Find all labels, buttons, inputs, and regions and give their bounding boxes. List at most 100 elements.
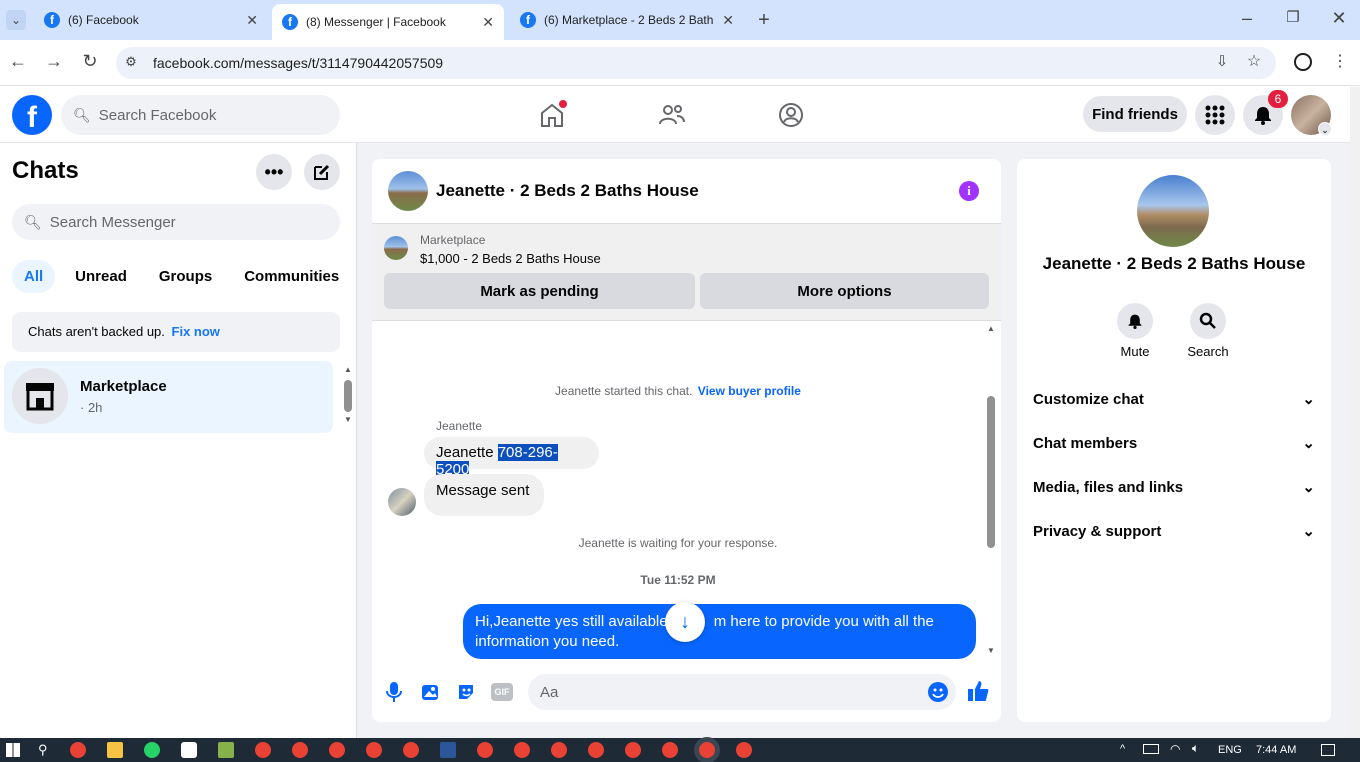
emoji-icon[interactable] xyxy=(928,682,948,702)
message-input[interactable]: Aa xyxy=(528,674,956,710)
clock[interactable]: 7:44 AM xyxy=(1256,744,1296,756)
whatsapp-icon[interactable] xyxy=(144,742,161,758)
new-tab-icon[interactable]: + xyxy=(752,9,776,32)
close-icon[interactable]: ✕ xyxy=(482,14,494,31)
app-icon[interactable] xyxy=(218,742,235,758)
chrome-icon[interactable] xyxy=(366,742,383,758)
chrome-icon[interactable] xyxy=(292,742,309,758)
chat-members-section[interactable]: Chat members ⌄ xyxy=(1033,434,1315,453)
media-files-links-section[interactable]: Media, files and links ⌄ xyxy=(1033,478,1315,497)
filter-unread[interactable]: Unread xyxy=(63,260,139,293)
search-messenger[interactable]: 🔍︎ Search Messenger xyxy=(12,204,340,240)
mark-pending-button[interactable]: Mark as pending xyxy=(384,273,695,309)
profile-icon[interactable] xyxy=(1294,53,1312,71)
filter-communities[interactable]: Communities xyxy=(232,260,351,293)
customize-chat-section[interactable]: Customize chat ⌄ xyxy=(1033,390,1315,409)
view-buyer-profile-link[interactable]: View buyer profile xyxy=(698,384,801,398)
app-icon[interactable] xyxy=(181,742,198,758)
chrome-icon[interactable] xyxy=(403,742,420,758)
tab-facebook[interactable]: f (6) Facebook ✕ xyxy=(34,0,268,40)
minimize-icon[interactable]: – xyxy=(1235,8,1259,29)
conversation-scrollbar[interactable]: ▲ ▼ xyxy=(985,324,997,658)
sticker-icon[interactable] xyxy=(456,682,476,702)
site-settings-icon[interactable]: ⚙ xyxy=(122,53,140,71)
like-thumbs-up-icon[interactable] xyxy=(966,679,990,703)
search-icon[interactable]: ⚲ xyxy=(38,742,48,758)
page-scrollbar[interactable] xyxy=(1350,87,1360,738)
scroll-down-icon[interactable]: ▼ xyxy=(985,646,997,656)
install-app-icon[interactable]: ⇩ xyxy=(1210,52,1234,70)
file-explorer-icon[interactable] xyxy=(107,742,124,758)
filter-groups[interactable]: Groups xyxy=(147,260,224,293)
new-message-icon[interactable] xyxy=(304,154,340,190)
find-friends-button[interactable]: Find friends xyxy=(1083,96,1187,132)
groups-icon[interactable] xyxy=(776,100,806,130)
restore-icon[interactable]: ❐ xyxy=(1281,8,1305,26)
chrome-icon[interactable] xyxy=(588,742,605,758)
facebook-search[interactable]: 🔍︎ Search Facebook xyxy=(61,95,340,135)
home-icon[interactable] xyxy=(537,100,567,130)
conversation-avatar[interactable] xyxy=(388,171,428,211)
close-icon[interactable]: ✕ xyxy=(722,12,734,29)
mute-label[interactable]: Mute xyxy=(1105,344,1165,359)
photo-icon[interactable] xyxy=(420,682,440,702)
windows-start-icon[interactable] xyxy=(6,743,20,757)
tray-chevron-up-icon[interactable]: ^ xyxy=(1120,743,1125,755)
back-icon[interactable]: ← xyxy=(6,51,30,72)
wifi-icon[interactable]: ◠ xyxy=(1170,742,1180,756)
apps-menu-icon[interactable] xyxy=(1195,95,1235,135)
chrome-icon[interactable] xyxy=(329,742,346,758)
reload-icon[interactable]: ↻ xyxy=(78,51,102,72)
chrome-icon[interactable] xyxy=(255,742,272,758)
scroll-down-icon[interactable]: ▼ xyxy=(344,416,352,424)
chrome-icon[interactable] xyxy=(699,742,716,758)
chrome-icon[interactable] xyxy=(70,742,87,758)
friends-icon[interactable] xyxy=(657,100,687,130)
outgoing-message[interactable]: Hi,Jeanette yes still available, m here t… xyxy=(463,604,976,659)
incoming-message[interactable]: Message sent xyxy=(424,474,544,516)
microphone-icon[interactable] xyxy=(384,680,404,704)
scroll-to-bottom-icon[interactable]: ↓ xyxy=(665,602,705,642)
search-conversation-icon[interactable] xyxy=(1190,303,1226,339)
search-label[interactable]: Search xyxy=(1178,344,1238,359)
chrome-icon[interactable] xyxy=(514,742,531,758)
forward-icon[interactable]: → xyxy=(42,51,66,72)
sidebar-scrollbar[interactable]: ▲ ▼ xyxy=(344,366,352,424)
more-options-icon[interactable]: ••• xyxy=(256,154,292,190)
word-icon[interactable] xyxy=(440,742,457,758)
gif-icon[interactable]: GIF xyxy=(491,683,513,701)
chrome-icon[interactable] xyxy=(551,742,568,758)
fix-now-link[interactable]: Fix now xyxy=(172,324,220,339)
language-indicator[interactable]: ENG xyxy=(1218,744,1242,756)
facebook-logo-icon[interactable]: f xyxy=(12,95,52,135)
menu-kebab-icon[interactable]: ⋮ xyxy=(1328,51,1352,71)
incoming-message[interactable]: Jeanette 708-296-5200 xyxy=(424,437,599,478)
close-icon[interactable]: ✕ xyxy=(246,12,258,29)
scroll-thumb[interactable] xyxy=(987,396,995,548)
tab-marketplace[interactable]: f (6) Marketplace - 2 Beds 2 Bath ✕ xyxy=(510,0,744,40)
more-options-button[interactable]: More options xyxy=(700,273,989,309)
chrome-icon[interactable] xyxy=(662,742,679,758)
chrome-icon[interactable] xyxy=(625,742,642,758)
volume-icon[interactable]: 🔈︎ xyxy=(1192,741,1199,756)
url-text[interactable]: facebook.com/messages/t/3114790442057509 xyxy=(153,55,443,71)
mute-bell-icon[interactable] xyxy=(1117,303,1153,339)
info-icon[interactable]: i xyxy=(959,181,979,201)
conversation-title[interactable]: Jeanette · 2 Beds 2 Baths House xyxy=(436,181,699,201)
tab-messenger[interactable]: f (8) Messenger | Facebook ✕ xyxy=(272,4,504,40)
scroll-thumb[interactable] xyxy=(344,380,352,412)
battery-icon[interactable] xyxy=(1143,744,1159,754)
details-avatar[interactable] xyxy=(1137,175,1209,247)
chevron-down-icon[interactable]: ⌄ xyxy=(1318,122,1332,136)
notification-center-icon[interactable] xyxy=(1321,744,1335,756)
scroll-up-icon[interactable]: ▲ xyxy=(344,366,352,374)
chrome-icon[interactable] xyxy=(736,742,753,758)
bookmark-star-icon[interactable]: ☆ xyxy=(1242,51,1266,71)
window-close-icon[interactable]: ✕ xyxy=(1327,8,1351,29)
chrome-icon[interactable] xyxy=(477,742,494,758)
tab-search-icon[interactable]: ⌄ xyxy=(6,10,26,30)
privacy-support-section[interactable]: Privacy & support ⌄ xyxy=(1033,522,1315,541)
filter-all[interactable]: All xyxy=(12,260,56,293)
listing-title[interactable]: $1,000 - 2 Beds 2 Baths House xyxy=(420,251,601,266)
scroll-up-icon[interactable]: ▲ xyxy=(985,324,997,334)
